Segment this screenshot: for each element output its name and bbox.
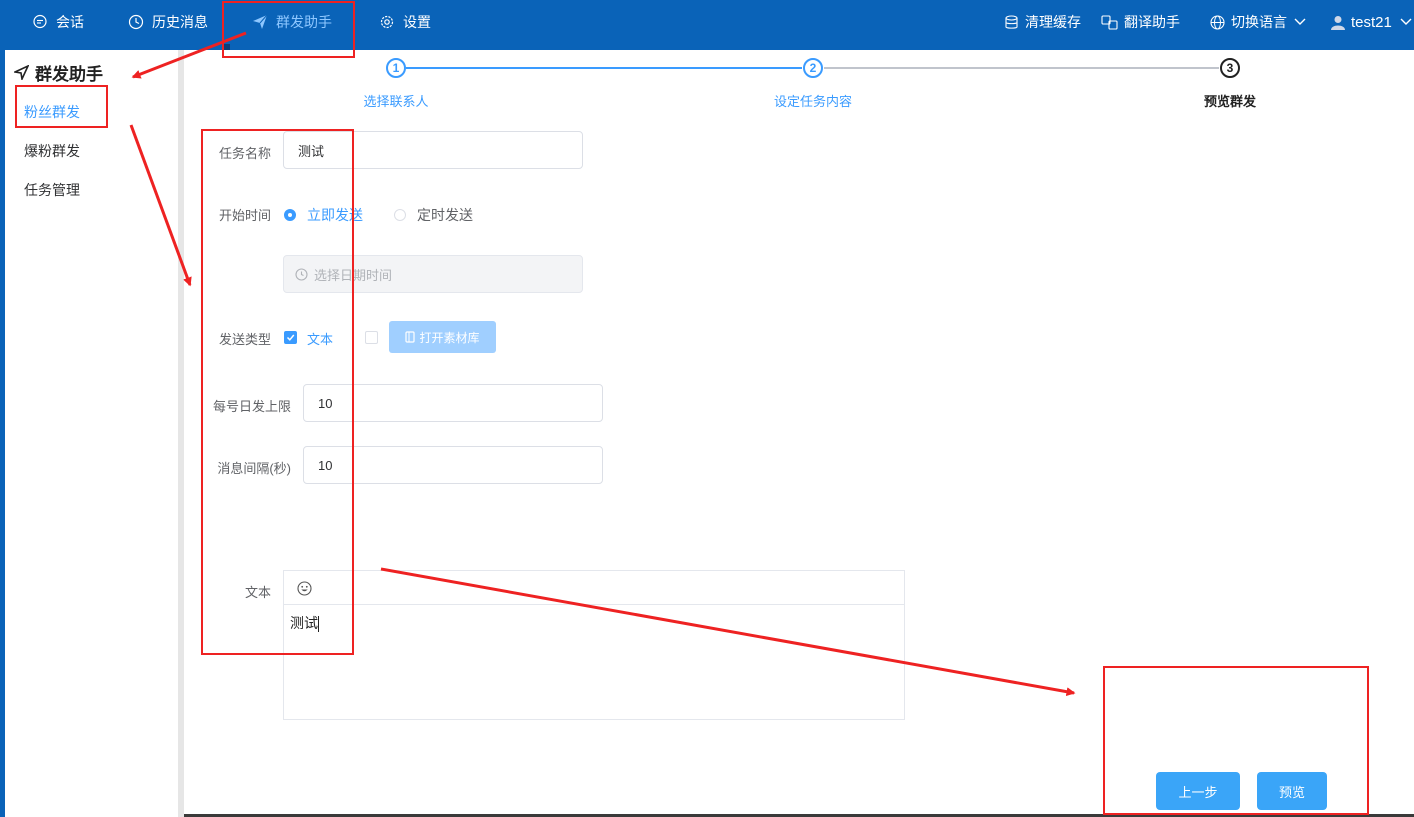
radio-scheduled-send[interactable]: 定时发送 — [394, 205, 473, 225]
step-connector-2 — [824, 67, 1219, 69]
language-label: 切换语言 — [1231, 14, 1287, 30]
text-caret — [318, 616, 319, 633]
clear-cache-label: 清理缓存 — [1025, 14, 1081, 30]
datetime-picker[interactable]: 选择日期时间 — [283, 255, 583, 293]
sidebar-item-fans-mass-send[interactable]: 粉丝群发 — [24, 102, 80, 122]
check-icon — [286, 334, 295, 341]
sidebar — [0, 50, 178, 817]
translate-icon — [1101, 14, 1118, 30]
message-interval-label: 消息间隔(秒) — [217, 461, 291, 476]
radio-scheduled-label: 定时发送 — [417, 207, 473, 223]
chevron-down-icon — [1400, 18, 1412, 25]
sidebar-item-task-management[interactable]: 任务管理 — [24, 180, 80, 200]
radio-send-now-label: 立即发送 — [307, 207, 363, 223]
task-name-input[interactable]: 测试 — [283, 131, 583, 169]
nav-item-history[interactable]: 历史消息 — [128, 0, 208, 44]
folder-icon — [405, 331, 416, 343]
editor-text: 测试 — [290, 615, 318, 631]
start-time-label: 开始时间 — [218, 208, 271, 223]
step-3-label: 预览群发 — [1203, 94, 1256, 109]
chevron-down-icon — [1294, 18, 1306, 25]
radio-dot — [394, 209, 406, 221]
sidebar-title-label: 群发助手 — [35, 65, 103, 84]
preview-button[interactable]: 预览 — [1257, 772, 1327, 810]
text-type-label[interactable]: 文本 — [307, 329, 333, 348]
open-material-library-button[interactable]: 打开素材库 — [389, 321, 496, 353]
sidebar-title: 群发助手 — [14, 60, 103, 85]
active-tab-indicator — [224, 44, 230, 50]
open-material-library-label: 打开素材库 — [419, 330, 480, 345]
top-navigation-bar — [0, 0, 1414, 44]
sidebar-item-boost-fans-send[interactable]: 爆粉群发 — [24, 141, 80, 161]
message-interval-input[interactable]: 10 — [303, 446, 603, 484]
top-bar-strip — [0, 44, 1414, 50]
clock-icon — [128, 14, 144, 30]
text-type-checkbox[interactable] — [284, 331, 297, 344]
clock-icon — [295, 267, 308, 281]
clear-cache-button[interactable]: 清理缓存 — [1004, 0, 1081, 44]
radio-dot-checked — [284, 209, 296, 221]
datetime-placeholder: 选择日期时间 — [314, 267, 393, 283]
language-switch-dropdown[interactable]: 切换语言 — [1210, 0, 1312, 44]
nav-label-settings: 设置 — [403, 14, 431, 30]
step-3-circle: 3 — [1220, 58, 1240, 78]
step-1-label: 选择联系人 — [363, 94, 429, 109]
send-plane-icon — [253, 14, 268, 29]
text-editor[interactable]: 测试 — [283, 570, 905, 720]
nav-item-mass-send[interactable]: 群发助手 — [252, 0, 332, 44]
nav-item-settings[interactable]: 设置 — [379, 0, 431, 44]
globe-icon — [1210, 14, 1225, 30]
nav-label-mass-send: 群发助手 — [276, 14, 332, 30]
daily-limit-input[interactable]: 10 — [303, 384, 603, 422]
radio-send-now[interactable]: 立即发送 — [284, 205, 363, 225]
gear-icon — [380, 15, 394, 29]
send-type-label: 发送类型 — [218, 332, 271, 347]
task-name-label: 任务名称 — [218, 146, 271, 161]
translate-assistant-button[interactable]: 翻译助手 — [1101, 0, 1180, 44]
step-2-circle: 2 — [803, 58, 823, 78]
chat-bubble-icon — [33, 14, 47, 29]
username-label: test21 — [1351, 13, 1392, 31]
text-content-label: 文本 — [244, 585, 271, 600]
nav-item-chat[interactable]: 会话 — [32, 0, 84, 44]
nav-label-history: 历史消息 — [152, 14, 208, 30]
previous-step-button[interactable]: 上一步 — [1156, 772, 1240, 810]
editor-toolbar — [284, 571, 904, 605]
editor-content[interactable]: 测试 — [290, 613, 319, 633]
step-2-label: 设定任务内容 — [773, 94, 852, 109]
sidebar-left-edge — [0, 50, 5, 817]
daily-limit-label: 每号日发上限 — [212, 399, 291, 414]
user-avatar-icon — [1331, 15, 1345, 30]
database-icon — [1005, 14, 1018, 29]
user-menu[interactable]: test21 — [1331, 0, 1414, 44]
step-connector-1 — [406, 67, 802, 69]
nav-label-chat: 会话 — [56, 14, 84, 30]
translate-label: 翻译助手 — [1124, 14, 1180, 30]
sidebar-divider — [178, 50, 184, 817]
navigation-arrow-icon — [14, 65, 29, 80]
material-type-checkbox[interactable] — [365, 331, 378, 344]
emoji-icon[interactable] — [297, 581, 312, 596]
step-1-circle: 1 — [386, 58, 406, 78]
